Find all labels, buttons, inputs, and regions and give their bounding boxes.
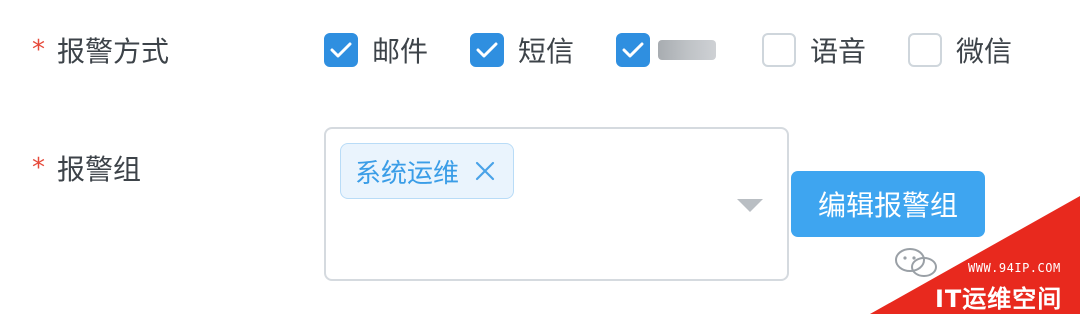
alert-group-label: * 报警组 — [32, 148, 141, 188]
checkbox-wechat[interactable]: 微信 — [908, 30, 1012, 70]
checkbox-wechat-label: 微信 — [956, 35, 1013, 68]
checkbox-unchecked-icon[interactable] — [908, 33, 942, 67]
checkbox-checked-icon[interactable] — [616, 33, 650, 67]
checkbox-sms-label: 短信 — [518, 35, 575, 68]
checkbox-checked-icon[interactable] — [470, 33, 504, 67]
checkbox-email-label: 邮件 — [372, 35, 429, 68]
checkbox-voice[interactable]: 语音 — [762, 30, 866, 70]
checkbox-voice-label: 语音 — [810, 35, 867, 68]
checkbox-email[interactable]: 邮件 — [324, 30, 428, 70]
checkbox-unchecked-icon[interactable] — [762, 33, 796, 67]
alert-method-label-text: 报警方式 — [57, 35, 170, 68]
close-icon[interactable] — [475, 161, 495, 181]
obscured-label — [658, 40, 716, 60]
dropdown-arrow-icon[interactable] — [737, 199, 763, 212]
selected-tag-text: 系统运维 — [355, 158, 460, 189]
alert-group-select[interactable]: 系统运维 — [324, 127, 789, 281]
watermark-title: IT运维空间 — [935, 285, 1063, 313]
selected-tag: 系统运维 — [340, 143, 515, 199]
checkbox-obscured[interactable] — [616, 30, 716, 70]
checkbox-checked-icon[interactable] — [324, 33, 358, 67]
alert-group-label-text: 报警组 — [57, 153, 142, 186]
required-mark: * — [32, 35, 45, 65]
checkbox-sms[interactable]: 短信 — [470, 30, 574, 70]
required-mark: * — [32, 153, 45, 183]
watermark-url: WWW.94IP.COM — [968, 261, 1061, 275]
alert-method-label: * 报警方式 — [32, 30, 169, 70]
